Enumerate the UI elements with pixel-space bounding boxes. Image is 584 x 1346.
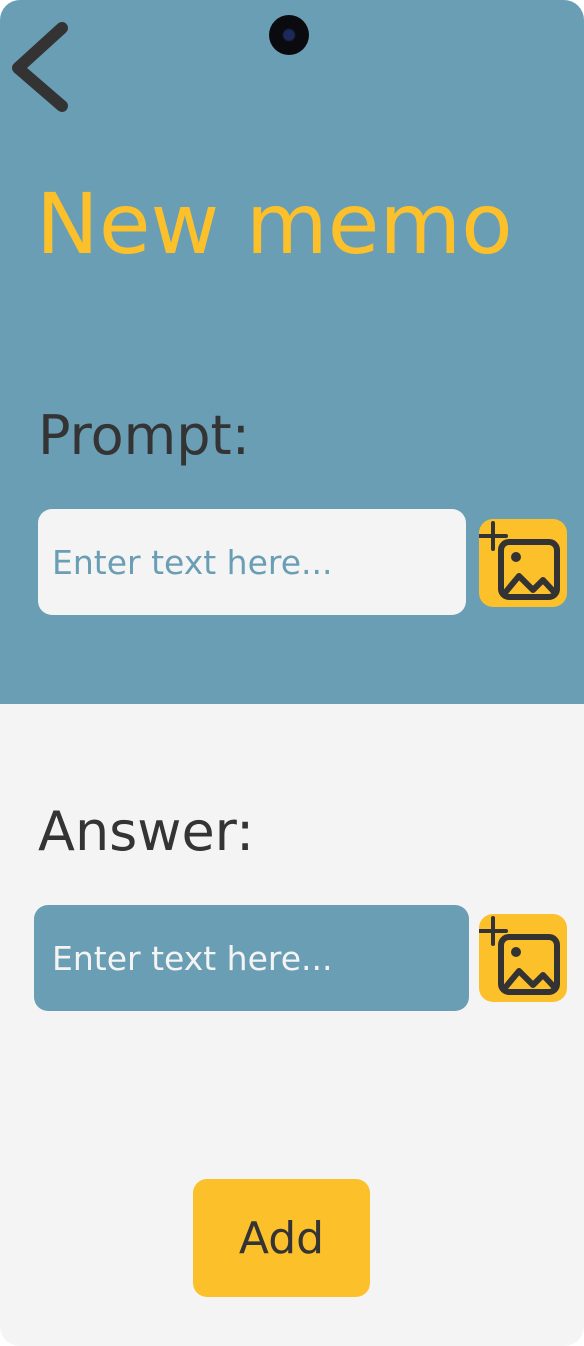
header-panel: New memo Prompt: — [0, 0, 584, 704]
back-button[interactable] — [4, 20, 74, 116]
prompt-input[interactable] — [38, 509, 466, 615]
add-button[interactable]: Add — [193, 1179, 370, 1297]
answer-add-image-button[interactable] — [478, 914, 567, 1002]
answer-label: Answer: — [38, 800, 255, 863]
prompt-label: Prompt: — [38, 404, 250, 467]
page-title: New memo — [36, 175, 513, 273]
prompt-add-image-button[interactable] — [478, 519, 567, 607]
add-image-icon — [478, 916, 560, 995]
chevron-left-icon — [12, 22, 68, 112]
new-memo-screen: New memo Prompt: Answer: Add — [0, 0, 584, 1346]
answer-input[interactable] — [34, 905, 469, 1011]
add-image-icon — [478, 521, 560, 600]
front-camera — [269, 15, 309, 55]
